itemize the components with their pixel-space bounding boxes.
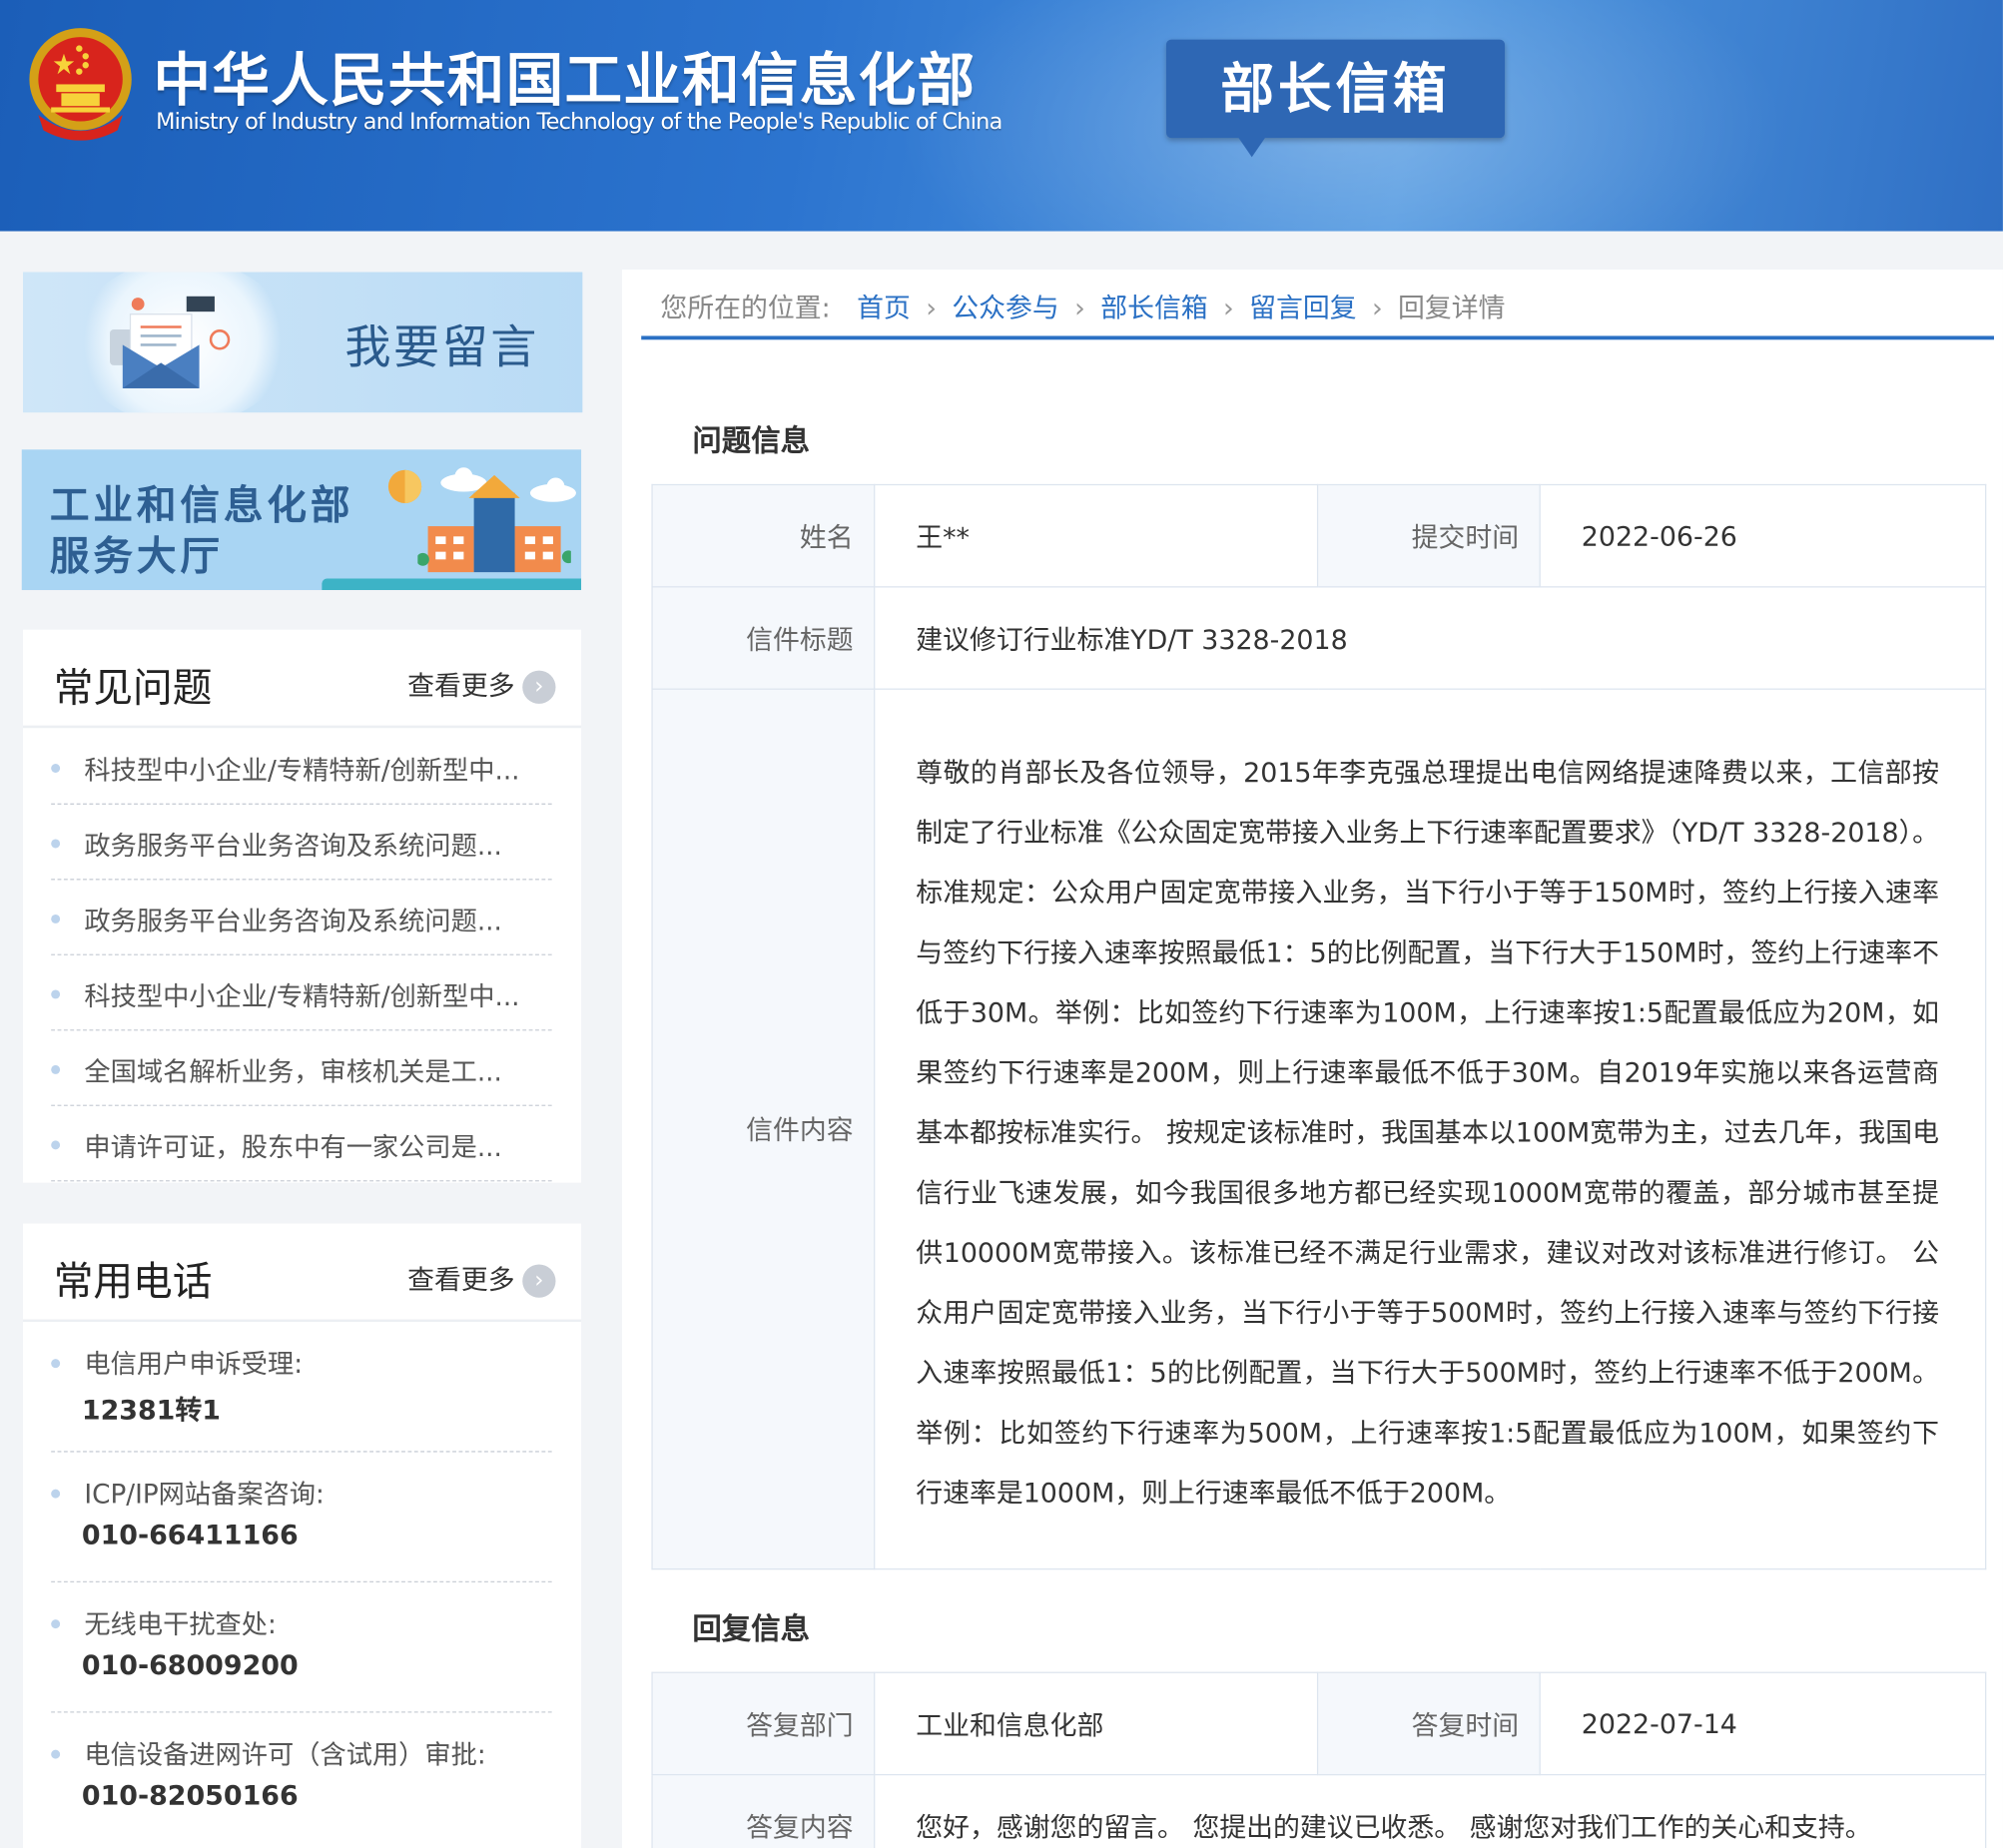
envelope-icon bbox=[110, 296, 231, 388]
name-label: 姓名 bbox=[651, 483, 876, 588]
phone-number: 12381转1 bbox=[81, 1394, 221, 1426]
site-header: 中华人民共和国工业和信息化部 Ministry of Industry and … bbox=[0, 0, 2003, 232]
phone-item[interactable]: 无线电干扰查处: 010-68009200 bbox=[51, 1581, 552, 1713]
submit-time-value: 2022-06-26 bbox=[1539, 483, 1987, 588]
breadcrumb-prefix: 您所在的位置: bbox=[660, 292, 831, 323]
phone-item[interactable]: 电信用户申诉受理: 12381转1 bbox=[51, 1321, 552, 1453]
minister-mailbox-label: 部长信箱 bbox=[1220, 57, 1451, 121]
faq-item[interactable]: 科技型中小企业/专精特新/创新型中... bbox=[51, 954, 552, 1031]
faq-item[interactable]: 科技型中小企业/专精特新/创新型中... bbox=[51, 728, 552, 805]
breadcrumb-home[interactable]: 首页 bbox=[857, 293, 911, 323]
faq-more-label: 查看更多 bbox=[407, 670, 515, 702]
chevron-right-icon: › bbox=[1371, 292, 1383, 323]
service-hall-banner[interactable]: 工业和信息化部 服务大厅 bbox=[21, 449, 582, 591]
faq-panel: 常见问题 查看更多 › 科技型中小企业/专精特新/创新型中... 政务服务平台业务… bbox=[23, 629, 582, 1183]
leave-message-label: 我要留言 bbox=[344, 321, 539, 374]
service-hall-line2: 服务大厅 bbox=[49, 533, 224, 580]
phone-item[interactable]: ICP/IP网站备案咨询: 010-66411166 bbox=[51, 1451, 552, 1583]
breadcrumb-current: 回复详情 bbox=[1398, 292, 1506, 323]
site-title-en[interactable]: Ministry of Industry and Information Tec… bbox=[156, 110, 1002, 136]
breadcrumb-message-reply[interactable]: 留言回复 bbox=[1249, 293, 1356, 323]
faq-item-text: 政务服务平台业务咨询及系统问题... bbox=[84, 906, 502, 936]
breadcrumb-public-participation[interactable]: 公众参与 bbox=[952, 293, 1058, 323]
reply-content-label: 答复内容 bbox=[651, 1773, 876, 1848]
phone-number: 010-68009200 bbox=[81, 1649, 299, 1681]
submit-time-label: 提交时间 bbox=[1316, 483, 1541, 588]
site-title-cn[interactable]: 中华人民共和国工业和信息化部 bbox=[154, 33, 977, 116]
subject-label: 信件标题 bbox=[651, 586, 876, 690]
chevron-right-icon: › bbox=[1223, 292, 1234, 323]
faq-item-text: 申请许可证，股东中有一家公司是... bbox=[84, 1131, 502, 1163]
reply-time-label: 答复时间 bbox=[1316, 1671, 1541, 1776]
faq-item-text: 科技型中小企业/专精特新/创新型中... bbox=[84, 755, 520, 786]
content-label: 信件内容 bbox=[651, 688, 876, 1570]
phone-label: 无线电干扰查处: bbox=[84, 1608, 277, 1640]
chevron-right-icon: › bbox=[522, 670, 556, 704]
phone-label: ICP/IP网站备案咨询: bbox=[84, 1479, 325, 1511]
reply-dept-value: 工业和信息化部 bbox=[874, 1671, 1319, 1776]
main-content: 您所在的位置: 首页 › 公众参与 › 部长信箱 › 留言回复 › 回复详情 问题信息 姓名 王… bbox=[622, 269, 2003, 1848]
faq-item[interactable]: 政务服务平台业务咨询及系统问题... bbox=[51, 879, 552, 955]
reply-dept-label: 答复部门 bbox=[651, 1671, 876, 1776]
phones-title: 常用电话 bbox=[53, 1259, 213, 1306]
question-info-table: 姓名 王** 提交时间 2022-06-26 信件标题 建议修订行业标准YD/T… bbox=[651, 483, 1987, 1570]
faq-more-link[interactable]: 查看更多 › bbox=[407, 666, 556, 704]
faq-item-text: 科技型中小企业/专精特新/创新型中... bbox=[84, 980, 520, 1012]
chevron-right-icon: › bbox=[926, 292, 937, 323]
national-emblem-icon[interactable] bbox=[26, 26, 136, 141]
faq-item-text: 政务服务平台业务咨询及系统问题... bbox=[84, 830, 502, 862]
phones-more-link[interactable]: 查看更多 › bbox=[407, 1259, 556, 1298]
phones-more-label: 查看更多 bbox=[407, 1264, 515, 1296]
faq-title: 常见问题 bbox=[53, 665, 213, 712]
reply-info-table: 答复部门 工业和信息化部 答复时间 2022-07-14 答复内容 您好，感谢您… bbox=[651, 1671, 1987, 1848]
chevron-right-icon: › bbox=[522, 1264, 556, 1298]
breadcrumb: 您所在的位置: 首页 › 公众参与 › 部长信箱 › 留言回复 › 回复详情 bbox=[660, 288, 1505, 325]
breadcrumb-minister-mailbox[interactable]: 部长信箱 bbox=[1100, 293, 1207, 323]
name-value: 王** bbox=[874, 483, 1319, 588]
service-hall-line1: 工业和信息化部 bbox=[49, 482, 354, 529]
reply-content-value: 您好，感谢您的留言。 您提出的建议已收悉。 感谢您对我们工作的关心和支持。 bbox=[874, 1773, 1987, 1848]
phone-label: 电信设备进网许可（含试用）审批: bbox=[84, 1739, 486, 1771]
phones-panel: 常用电话 查看更多 › 电信用户申诉受理: 12381转1 ICP/IP网站备案咨… bbox=[23, 1223, 582, 1848]
content-value: 尊敬的肖部长及各位领导，2015年李克强总理提出电信网络提速降费以来，工信部按制… bbox=[874, 688, 1987, 1570]
phone-number: 010-82050166 bbox=[81, 1780, 299, 1812]
building-icon bbox=[417, 474, 571, 573]
subject-value: 建议修订行业标准YD/T 3328-2018 bbox=[874, 586, 1987, 690]
reply-section-title: 回复信息 bbox=[692, 1612, 811, 1647]
faq-item[interactable]: 申请许可证，股东中有一家公司是... bbox=[51, 1105, 552, 1182]
faq-item[interactable]: 政务服务平台业务咨询及系统问题... bbox=[51, 804, 552, 881]
faq-item[interactable]: 全国域名解析业务，审核机关是工... bbox=[51, 1029, 552, 1106]
question-section-title: 问题信息 bbox=[692, 425, 811, 459]
faq-item-text: 全国域名解析业务，审核机关是工... bbox=[84, 1055, 502, 1087]
chevron-right-icon: › bbox=[1074, 292, 1085, 323]
phone-number: 010-66411166 bbox=[81, 1520, 299, 1551]
minister-mailbox-badge[interactable]: 部长信箱 bbox=[1166, 39, 1506, 158]
phone-label: 电信用户申诉受理: bbox=[84, 1348, 304, 1380]
phone-item[interactable]: 电信设备进网许可（含试用）审批: 010-82050166 bbox=[51, 1711, 551, 1841]
reply-time-value: 2022-07-14 bbox=[1539, 1671, 1987, 1776]
